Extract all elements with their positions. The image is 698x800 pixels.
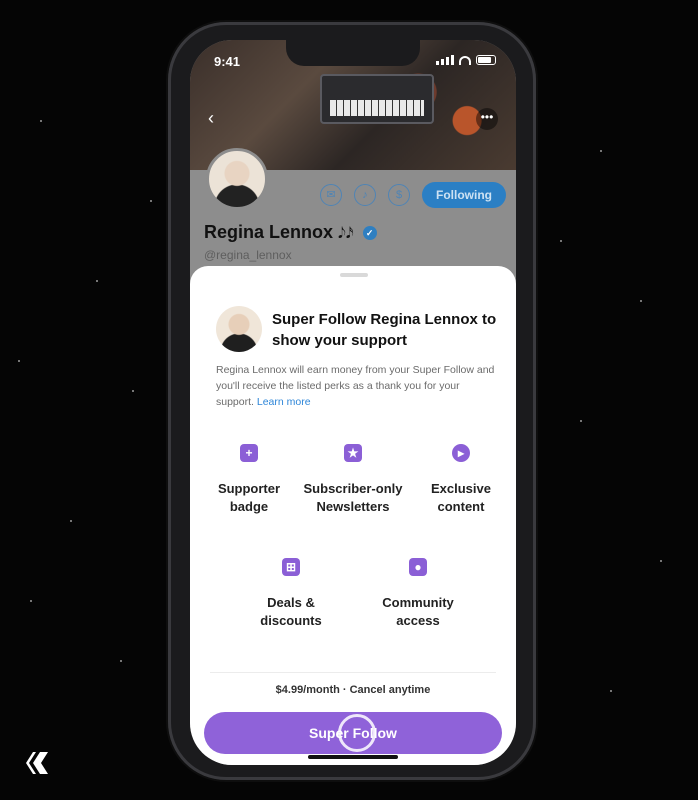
home-indicator[interactable] [308, 755, 398, 759]
wifi-icon [459, 55, 471, 65]
music-notes-emoji: 𝅘𝅥𝅮𝅘𝅥𝅯 [338, 225, 354, 242]
perk-newsletters: ★ Subscriber-only Newsletters [303, 444, 403, 514]
sheet-description: Regina Lennox will earn money from your … [216, 362, 498, 410]
sheet-title: Super Follow Regina Lennox to show your … [272, 311, 497, 349]
profile-handle: @regina_lennox [204, 248, 292, 262]
battery-icon [476, 55, 496, 65]
back-icon[interactable]: ‹ [208, 108, 214, 129]
status-icons [436, 55, 496, 65]
sheet-avatar [216, 306, 262, 352]
profile-name: Regina Lennox 𝅘𝅥𝅮𝅘𝅥𝅯 ✓ [204, 222, 377, 243]
learn-more-link[interactable]: Learn more [257, 396, 311, 408]
notch [286, 40, 420, 66]
bell-icon[interactable]: ♪ [354, 184, 376, 206]
bookmark-icon: ★ [344, 444, 362, 462]
play-icon: ▸ [452, 444, 470, 462]
price-text: $4.99/month · Cancel anytime [275, 684, 431, 696]
super-follow-sheet: Super Follow Regina Lennox to show your … [190, 266, 516, 765]
perk-community: ● Community access [382, 558, 454, 628]
watermark-logo-icon [26, 752, 48, 774]
mail-icon[interactable]: ✉ [320, 184, 342, 206]
avatar[interactable] [206, 148, 268, 210]
sheet-grabber[interactable] [340, 273, 368, 277]
verified-badge-icon: ✓ [362, 226, 377, 240]
community-icon: ● [409, 558, 427, 576]
perk-exclusive-content: ▸ Exclusive content [431, 444, 491, 514]
following-button[interactable]: Following [422, 182, 506, 208]
perk-supporter-badge: + Supporter badge [217, 444, 281, 514]
more-icon[interactable]: ••• [476, 108, 498, 130]
divider [210, 672, 496, 673]
phone-screen: 9:41 ‹ ••• ✉ ♪ $ Following Regina Lennox… [190, 40, 516, 765]
status-time: 9:41 [214, 54, 241, 69]
cart-icon: ⊞ [282, 558, 300, 576]
touch-indicator [338, 714, 376, 752]
signal-icon [436, 55, 454, 65]
perk-deals: ⊞ Deals & discounts [260, 558, 322, 628]
profile-name-text: Regina Lennox [204, 222, 334, 242]
phone-frame: 9:41 ‹ ••• ✉ ♪ $ Following Regina Lennox… [168, 22, 536, 780]
banner-synthesizer-image [320, 74, 434, 124]
badge-icon: + [240, 444, 258, 462]
dollar-icon[interactable]: $ [388, 184, 410, 206]
